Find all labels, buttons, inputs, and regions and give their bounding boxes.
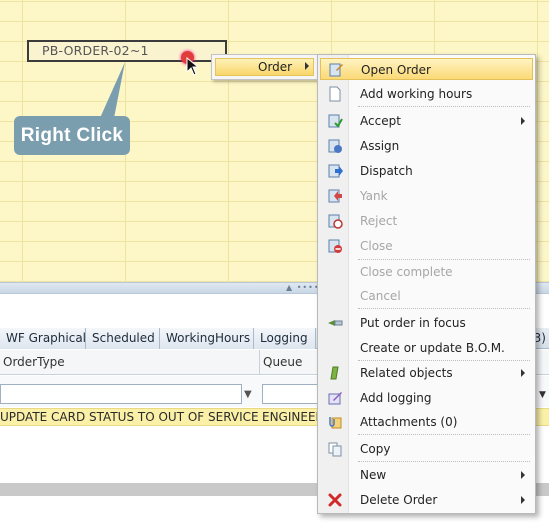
add-logging-icon [328, 392, 342, 405]
focus-icon [328, 320, 343, 326]
menu-item-new[interactable]: New [320, 464, 533, 486]
menu-item-label: Close [360, 239, 393, 253]
tab-scheduled[interactable]: Scheduled [86, 328, 160, 349]
order-submenu: Order [211, 54, 318, 80]
attachment-icon [329, 417, 342, 429]
menu-separator [358, 106, 530, 107]
close-icon [328, 239, 342, 253]
open-order-icon [329, 63, 343, 77]
menu-item-label: Add logging [360, 391, 432, 405]
tab-label: Scheduled [92, 331, 155, 345]
tab-label: WorkingHours [166, 331, 251, 345]
menu-item-accept[interactable]: Accept [320, 110, 533, 132]
menu-item-cancel[interactable]: Cancel [320, 285, 533, 307]
tab-workinghours[interactable]: WorkingHours [160, 328, 254, 349]
dispatch-icon [328, 164, 343, 178]
column-header-ordertype[interactable]: OrderType [0, 350, 260, 375]
menu-item-delete-order[interactable]: Delete Order [320, 489, 533, 511]
filter-icon[interactable]: ▼ [244, 389, 252, 400]
menu-separator [358, 308, 530, 309]
menu-separator [358, 461, 530, 462]
order-context-menu: Open Order Add working hours Accept Assi… [317, 54, 536, 514]
column-header-label: OrderType [3, 355, 65, 369]
menu-item-copy[interactable]: Copy [320, 438, 533, 460]
chevron-right-icon [305, 62, 309, 70]
tab-logging[interactable]: Logging [254, 328, 316, 349]
menu-item-close[interactable]: Close [320, 235, 533, 257]
menu-separator [358, 259, 530, 260]
cell-ordertype: UPDATE CARD STATUS TO OUT OF SERVICE [0, 410, 258, 424]
tab-label: WF Graphical [6, 331, 87, 345]
menu-item-label: Reject [360, 214, 398, 228]
menu-item-label: New [360, 468, 387, 482]
menu-item-label: Dispatch [360, 164, 413, 178]
menu-item-label: Put order in focus [360, 316, 466, 330]
delete-icon [328, 493, 342, 507]
cell-queue: ENGINEER [262, 410, 320, 424]
callout-pointer [100, 62, 125, 118]
related-objects-icon [330, 366, 339, 380]
mouse-cursor-icon [186, 57, 200, 76]
menu-separator [358, 360, 530, 361]
menu-item-label: Delete Order [360, 493, 438, 507]
menu-item-open-order[interactable]: Open Order [320, 58, 533, 80]
order-block-label: PB-ORDER-02~1 [42, 43, 149, 58]
menu-item-yank[interactable]: Yank [320, 185, 533, 207]
menu-item-label: Copy [360, 442, 391, 456]
document-icon [329, 86, 341, 102]
menu-item-attachments[interactable]: Attachments (0) [320, 411, 533, 433]
reject-icon [328, 214, 343, 229]
chevron-right-icon [521, 117, 525, 125]
yank-icon [328, 189, 342, 203]
menu-item-related-objects[interactable]: Related objects [320, 362, 533, 384]
menu-item-put-order-in-focus[interactable]: Put order in focus [320, 312, 533, 334]
menu-item-label: Assign [360, 139, 400, 153]
right-click-callout: Right Click [14, 116, 130, 155]
chevron-right-icon [521, 496, 525, 504]
queue-filter-input[interactable] [262, 384, 320, 404]
menu-item-label: Order [258, 60, 293, 74]
menu-item-reject[interactable]: Reject [320, 210, 533, 232]
menu-item-label: Close complete [360, 265, 453, 279]
menu-separator [358, 434, 530, 435]
menu-item-order[interactable]: Order [215, 58, 314, 76]
menu-item-label: Accept [360, 114, 401, 128]
menu-item-label: Add working hours [360, 87, 473, 101]
menu-item-dispatch[interactable]: Dispatch [320, 160, 533, 182]
splitter-grip-icon[interactable]: ▲ •••• [286, 283, 320, 292]
menu-item-label: Yank [360, 189, 388, 203]
chevron-down-icon[interactable]: ▼ [539, 390, 546, 400]
menu-item-create-or-update-bom[interactable]: Create or update B.O.M. [320, 337, 533, 359]
ordertype-filter-input[interactable] [0, 384, 242, 404]
copy-icon [328, 442, 342, 457]
tab-wf-graphical[interactable]: WF Graphical [0, 328, 86, 349]
menu-item-label: Cancel [360, 289, 401, 303]
assign-icon [328, 139, 342, 153]
menu-item-close-complete[interactable]: Close complete [320, 261, 533, 283]
chevron-right-icon [521, 471, 525, 479]
column-header-label: Queue [263, 355, 303, 369]
menu-item-add-logging[interactable]: Add logging [320, 387, 533, 409]
menu-item-assign[interactable]: Assign [320, 135, 533, 157]
menu-item-label: Open Order [361, 63, 431, 77]
accept-icon [328, 114, 343, 128]
tab-label: Logging [260, 331, 308, 345]
menu-item-label: Attachments (0) [360, 415, 458, 429]
chevron-right-icon [521, 369, 525, 377]
callout-text: Right Click [20, 125, 124, 146]
menu-item-label: Create or update B.O.M. [360, 341, 505, 355]
menu-item-add-working-hours[interactable]: Add working hours [320, 83, 533, 105]
menu-item-label: Related objects [360, 366, 453, 380]
column-header-queue[interactable]: Queue [260, 350, 320, 375]
